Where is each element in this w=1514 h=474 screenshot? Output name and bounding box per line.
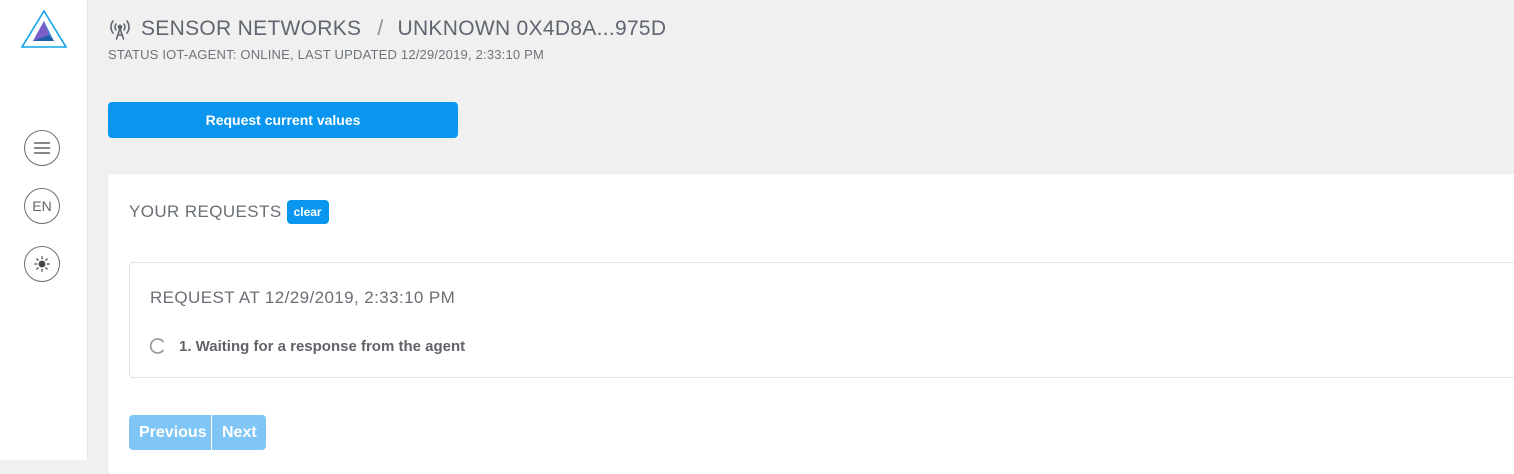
language-button[interactable]: EN bbox=[24, 188, 60, 224]
requests-header: YOUR REQUESTS clear bbox=[129, 200, 329, 224]
previous-page-button[interactable]: Previous bbox=[129, 415, 211, 450]
request-step: 1. Waiting for a response from the agent bbox=[148, 337, 465, 355]
clear-requests-button[interactable]: clear bbox=[286, 200, 329, 224]
pagination: Previous Next bbox=[129, 415, 266, 450]
requests-card: YOUR REQUESTS clear REQUEST AT 12/29/201… bbox=[108, 174, 1514, 474]
theme-toggle-button[interactable] bbox=[24, 246, 60, 282]
language-label: EN bbox=[32, 198, 52, 214]
breadcrumb-separator: / bbox=[377, 17, 384, 40]
request-timestamp-title: REQUEST AT 12/29/2019, 2:33:10 PM bbox=[150, 288, 456, 307]
breadcrumb-sensor-networks[interactable]: SENSOR NETWORKS bbox=[141, 17, 361, 41]
sidebar: EN bbox=[0, 0, 88, 460]
loading-spinner-icon bbox=[149, 338, 164, 354]
sun-icon bbox=[34, 256, 50, 272]
request-current-values-button[interactable]: Request current values bbox=[108, 102, 458, 138]
request-item: REQUEST AT 12/29/2019, 2:33:10 PM 1. Wai… bbox=[129, 262, 1514, 378]
hamburger-menu-icon bbox=[34, 142, 50, 154]
request-step-text: 1. Waiting for a response from the agent bbox=[179, 337, 466, 355]
menu-button[interactable] bbox=[24, 130, 60, 166]
next-page-button[interactable]: Next bbox=[212, 415, 266, 450]
agent-status-text: STATUS IOT-AGENT: ONLINE, LAST UPDATED 1… bbox=[108, 47, 545, 62]
requests-title: YOUR REQUESTS bbox=[129, 202, 282, 221]
antenna-icon bbox=[110, 20, 130, 40]
page-title: UNKNOWN 0X4D8A...975D bbox=[397, 17, 667, 40]
main-content: SENSOR NETWORKS / UNKNOWN 0X4D8A...975D … bbox=[88, 0, 1514, 474]
triangle-logo-icon[interactable] bbox=[19, 9, 69, 51]
breadcrumb: SENSOR NETWORKS / UNKNOWN 0X4D8A...975D bbox=[108, 14, 666, 44]
